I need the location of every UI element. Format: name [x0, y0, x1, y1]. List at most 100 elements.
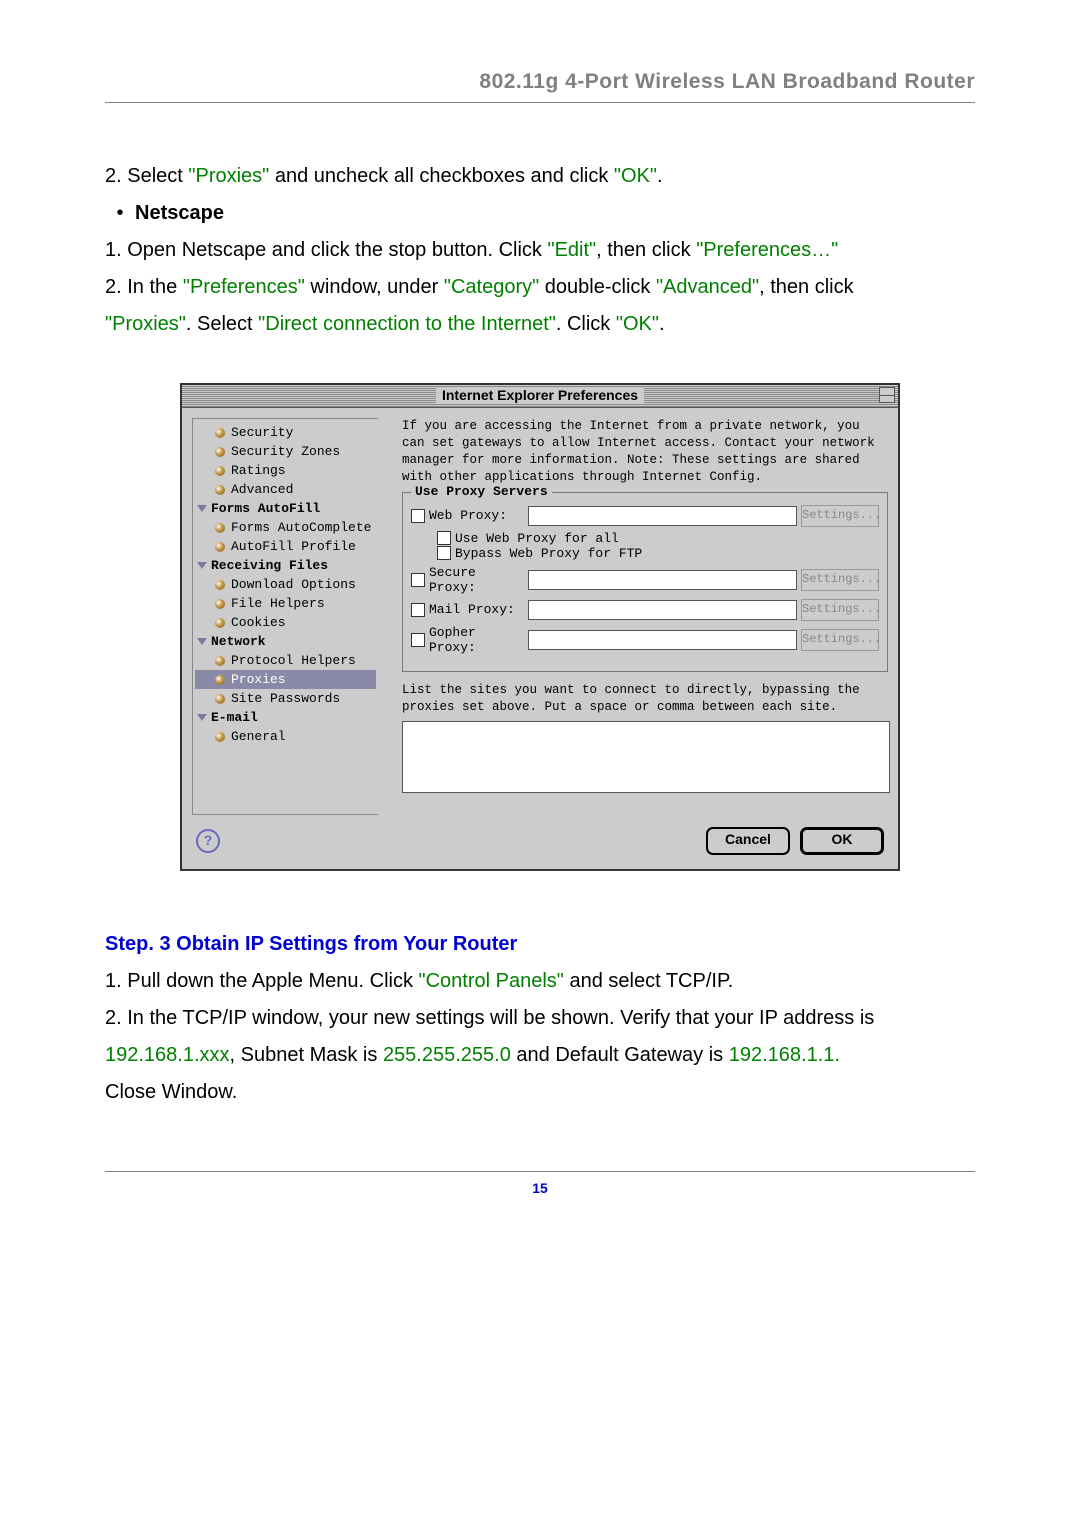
- secure-proxy-label: Secure Proxy:: [429, 565, 524, 595]
- intro-instruction: 2. Select "Proxies" and uncheck all chec…: [105, 158, 975, 195]
- triangle-down-icon: [197, 562, 207, 569]
- step3-line4: Close Window.: [105, 1074, 975, 1111]
- tree-item-security[interactable]: Security: [195, 423, 376, 442]
- panel-intro-text: If you are accessing the Internet from a…: [402, 418, 888, 486]
- page-header: 802.11g 4-Port Wireless LAN Broadband Ro…: [105, 70, 975, 103]
- tree-item-ratings[interactable]: Ratings: [195, 461, 376, 480]
- quoted-category: "Category": [444, 276, 539, 298]
- gopher-proxy-input[interactable]: [528, 630, 797, 650]
- tree-label: Security: [231, 425, 293, 440]
- subnet-value: 255.255.255.0: [383, 1044, 511, 1066]
- windowshade-icon[interactable]: [879, 387, 895, 403]
- mail-proxy-row: Mail Proxy: Settings...: [411, 599, 879, 621]
- quoted-preferences: "Preferences…": [696, 239, 838, 261]
- quoted-ok2: "OK": [616, 313, 659, 335]
- tree-item-proxies[interactable]: Proxies: [195, 670, 376, 689]
- tree-item-download[interactable]: Download Options: [195, 575, 376, 594]
- gateway-value: 192.168.1.1.: [729, 1044, 840, 1066]
- tree-label: File Helpers: [231, 596, 325, 611]
- text: and Default Gateway is: [511, 1044, 729, 1066]
- text: , then click: [759, 276, 853, 298]
- tree-label: Forms AutoFill: [211, 501, 320, 516]
- netscape-bullet: •Netscape: [105, 195, 975, 232]
- gopher-proxy-settings-button[interactable]: Settings...: [801, 629, 879, 651]
- web-proxy-settings-button[interactable]: Settings...: [801, 505, 879, 527]
- mail-proxy-input[interactable]: [528, 600, 797, 620]
- help-icon[interactable]: ?: [196, 829, 220, 853]
- netscape-step-1: 1. Open Netscape and click the stop butt…: [105, 232, 975, 269]
- tree-group-network[interactable]: Network: [195, 632, 376, 651]
- bypass-ftp-row: Bypass Web Proxy for FTP: [437, 546, 879, 561]
- bypass-ftp-checkbox[interactable]: [437, 546, 451, 560]
- quoted-advanced: "Advanced": [656, 276, 759, 298]
- group-legend: Use Proxy Servers: [411, 484, 552, 499]
- tree-label: Security Zones: [231, 444, 340, 459]
- web-proxy-input[interactable]: [528, 506, 797, 526]
- tree-group-receiving[interactable]: Receiving Files: [195, 556, 376, 575]
- secure-proxy-checkbox[interactable]: [411, 573, 425, 587]
- ip-value: 192.168.1.xxx: [105, 1044, 230, 1066]
- bullet-icon: [215, 694, 225, 704]
- triangle-down-icon: [197, 505, 207, 512]
- quoted-direct: "Direct connection to the Internet": [258, 313, 556, 335]
- use-web-all-checkbox[interactable]: [437, 531, 451, 545]
- netscape-label: Netscape: [135, 202, 224, 224]
- tree-group-email[interactable]: E-mail: [195, 708, 376, 727]
- quoted-proxies: "Proxies": [188, 165, 269, 187]
- preferences-dialog-screenshot: Internet Explorer Preferences Security S…: [180, 383, 900, 871]
- ok-button[interactable]: OK: [800, 827, 884, 855]
- text: 1. Pull down the Apple Menu. Click: [105, 970, 419, 992]
- bypass-list-input[interactable]: [402, 721, 890, 793]
- text: and uncheck all checkboxes and click: [269, 165, 614, 187]
- tree-label: Protocol Helpers: [231, 653, 356, 668]
- tree-item-site-passwords[interactable]: Site Passwords: [195, 689, 376, 708]
- text: . Select: [186, 313, 258, 335]
- bullet-icon: [215, 447, 225, 457]
- mail-proxy-checkbox[interactable]: [411, 603, 425, 617]
- secure-proxy-settings-button[interactable]: Settings...: [801, 569, 879, 591]
- quoted-control-panels: "Control Panels": [419, 970, 564, 992]
- category-tree[interactable]: Security Security Zones Ratings Advanced…: [192, 418, 378, 815]
- quoted-proxies2: "Proxies": [105, 313, 186, 335]
- tree-item-cookies[interactable]: Cookies: [195, 613, 376, 632]
- bullet-icon: [215, 618, 225, 628]
- web-proxy-checkbox[interactable]: [411, 509, 425, 523]
- bypass-instruction: List the sites you want to connect to di…: [402, 682, 888, 716]
- step3-line3: 192.168.1.xxx, Subnet Mask is 255.255.25…: [105, 1037, 975, 1074]
- use-web-all-label: Use Web Proxy for all: [455, 531, 619, 546]
- tree-label: Proxies: [231, 672, 286, 687]
- text: and select TCP/IP.: [564, 970, 733, 992]
- tree-item-autofill-profile[interactable]: AutoFill Profile: [195, 537, 376, 556]
- tree-group-forms[interactable]: Forms AutoFill: [195, 499, 376, 518]
- mail-proxy-settings-button[interactable]: Settings...: [801, 599, 879, 621]
- tree-label: Advanced: [231, 482, 293, 497]
- text: .: [659, 313, 665, 335]
- text: 2. Select: [105, 165, 188, 187]
- bullet-icon: [215, 428, 225, 438]
- bullet-dot-icon: •: [105, 195, 135, 232]
- triangle-down-icon: [197, 638, 207, 645]
- tree-item-file-helpers[interactable]: File Helpers: [195, 594, 376, 613]
- dialog-title: Internet Explorer Preferences: [436, 387, 644, 403]
- use-proxy-servers-group: Use Proxy Servers Web Proxy: Settings...…: [402, 492, 888, 672]
- tree-label: E-mail: [211, 710, 258, 725]
- bypass-ftp-label: Bypass Web Proxy for FTP: [455, 546, 642, 561]
- tree-item-general[interactable]: General: [195, 727, 376, 746]
- tree-item-security-zones[interactable]: Security Zones: [195, 442, 376, 461]
- tree-item-autocomplete[interactable]: Forms AutoComplete: [195, 518, 376, 537]
- gopher-proxy-checkbox[interactable]: [411, 633, 425, 647]
- secure-proxy-input[interactable]: [528, 570, 797, 590]
- tree-item-advanced[interactable]: Advanced: [195, 480, 376, 499]
- bullet-icon: [215, 485, 225, 495]
- dialog-titlebar[interactable]: Internet Explorer Preferences: [182, 385, 898, 408]
- tree-label: AutoFill Profile: [231, 539, 356, 554]
- bullet-icon: [215, 656, 225, 666]
- text: , then click: [596, 239, 696, 261]
- bullet-icon: [215, 466, 225, 476]
- netscape-step-2a: 2. In the "Preferences" window, under "C…: [105, 269, 975, 306]
- tree-item-protocol-helpers[interactable]: Protocol Helpers: [195, 651, 376, 670]
- cancel-button[interactable]: Cancel: [706, 827, 790, 855]
- tree-label: General: [231, 729, 286, 744]
- netscape-step-2b: "Proxies". Select "Direct connection to …: [105, 306, 975, 343]
- bullet-icon: [215, 542, 225, 552]
